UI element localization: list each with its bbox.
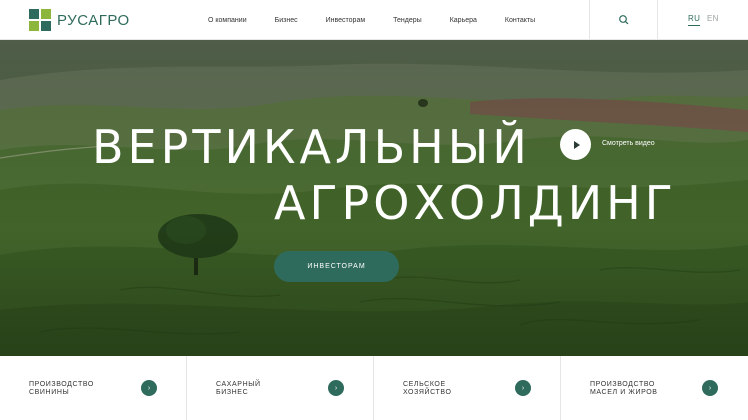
header-divider — [589, 0, 590, 40]
logo[interactable]: РУСАГРО — [29, 9, 130, 31]
nav-item-investors[interactable]: Инвесторам — [326, 17, 366, 24]
card-label: Производство свинины — [29, 381, 94, 397]
card-label-line: Производство — [590, 381, 655, 388]
card-label-line: масел и жиров — [590, 389, 658, 396]
nav-item-contacts[interactable]: Контакты — [505, 17, 535, 24]
arrow-right-icon[interactable]: › — [328, 380, 344, 396]
play-icon — [573, 140, 580, 149]
card-label: Сельское хозяйство — [403, 381, 452, 397]
business-cards: Производство свинины › Сахарный бизнес ›… — [0, 356, 748, 420]
card-label-line: хозяйство — [403, 389, 452, 396]
nav-item-career[interactable]: Карьера — [450, 17, 477, 24]
play-video-button[interactable] — [560, 129, 591, 160]
arrow-right-icon[interactable]: › — [141, 380, 157, 396]
main-nav: О компании Бизнес Инвесторам Тендеры Кар… — [208, 0, 535, 40]
card-label-line: Производство — [29, 381, 94, 388]
nav-item-about[interactable]: О компании — [208, 17, 247, 24]
card-sugar-business[interactable]: Сахарный бизнес › — [187, 356, 374, 420]
watch-video-link[interactable]: Смотреть видео — [602, 140, 655, 147]
arrow-right-icon[interactable]: › — [702, 380, 718, 396]
card-pork-production[interactable]: Производство свинины › — [0, 356, 187, 420]
card-label: Производство масел и жиров — [590, 381, 658, 397]
site-header: РУСАГРО О компании Бизнес Инвесторам Тен… — [0, 0, 748, 40]
nav-item-business[interactable]: Бизнес — [275, 17, 298, 24]
investors-button[interactable]: ИНВЕСТОРАМ — [274, 251, 399, 282]
search-icon — [619, 15, 629, 25]
nav-item-tenders[interactable]: Тендеры — [393, 17, 422, 24]
card-label-line: Сахарный — [216, 381, 261, 388]
card-agriculture[interactable]: Сельское хозяйство › — [374, 356, 561, 420]
lang-ru-link[interactable]: RU — [688, 14, 701, 26]
hero-section: ВЕРТИКАЛЬНЫЙ АГРОХОЛДИНГ Смотреть видео … — [0, 40, 748, 356]
logo-text: РУСАГРО — [57, 11, 130, 29]
search-button[interactable] — [617, 13, 631, 27]
card-label-line: свинины — [29, 389, 70, 396]
logo-mark-icon — [29, 9, 51, 31]
header-divider — [657, 0, 658, 40]
card-label-line: Сельское — [403, 381, 446, 388]
lang-en-link[interactable]: EN — [707, 14, 719, 23]
card-label: Сахарный бизнес — [216, 381, 261, 397]
arrow-right-icon[interactable]: › — [515, 380, 531, 396]
hero-title-line1: ВЕРТИКАЛЬНЫЙ — [92, 120, 531, 174]
hero-title-line2: АГРОХОЛДИНГ — [274, 176, 677, 230]
card-label-line: бизнес — [216, 389, 249, 396]
card-oils-and-fats[interactable]: Производство масел и жиров › — [561, 356, 748, 420]
